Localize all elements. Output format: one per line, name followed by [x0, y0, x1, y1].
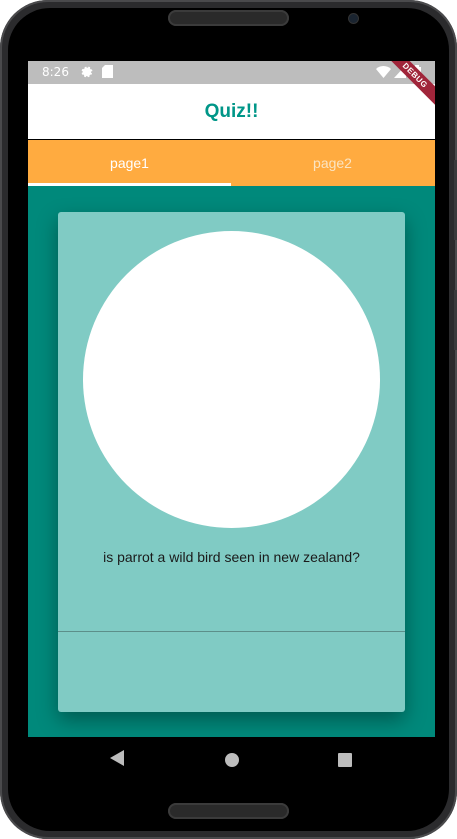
status-bar: 8:26 [28, 61, 435, 84]
sd-card-icon [102, 65, 113, 81]
back-icon[interactable] [110, 750, 124, 771]
quiz-card[interactable]: is parrot a wild bird seen in new zealan… [58, 212, 405, 712]
screen: 8:26 Quiz!! DEBUG page1 page2 is parrot … [28, 61, 435, 785]
page-body: is parrot a wild bird seen in new zealan… [28, 186, 435, 737]
tab-page2[interactable]: page2 [231, 140, 434, 186]
app-title: Quiz!! [204, 100, 259, 122]
home-icon[interactable] [225, 753, 239, 772]
app-bar: Quiz!! [28, 84, 435, 139]
tab-bar: page1 page2 [28, 140, 435, 186]
phone-frame: 8:26 Quiz!! DEBUG page1 page2 is parrot … [0, 0, 457, 839]
recents-icon[interactable] [338, 753, 352, 772]
top-speaker [168, 10, 289, 26]
question-text: is parrot a wild bird seen in new zealan… [103, 549, 360, 565]
question-image [83, 231, 380, 528]
card-divider [58, 631, 405, 632]
tab-page1[interactable]: page1 [28, 140, 231, 186]
wifi-icon [376, 65, 391, 81]
bottom-speaker [168, 803, 289, 819]
navigation-bar [28, 737, 435, 785]
status-time: 8:26 [42, 65, 69, 79]
front-camera [349, 14, 358, 23]
settings-icon [80, 65, 93, 81]
